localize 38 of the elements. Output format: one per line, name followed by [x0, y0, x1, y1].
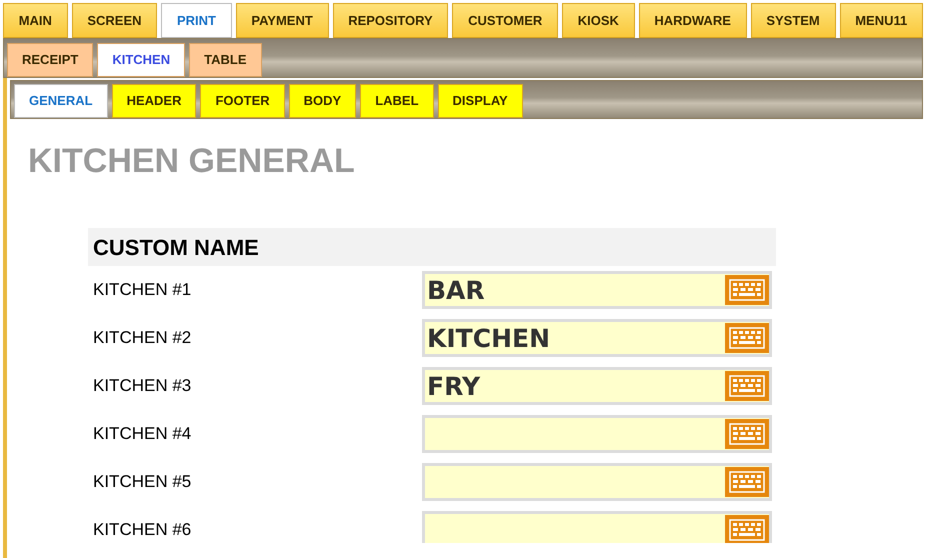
main-tab[interactable]: KIOSK	[562, 3, 635, 38]
keyboard-icon[interactable]	[725, 467, 769, 497]
keyboard-icon[interactable]	[725, 275, 769, 305]
section-header: CUSTOM NAME	[88, 228, 776, 266]
field-label: KITCHEN #1	[92, 279, 192, 302]
main-tab[interactable]: PRINT	[161, 3, 232, 38]
keyboard-icon[interactable]	[725, 371, 769, 401]
input-field[interactable]: BAR	[422, 271, 772, 309]
keyboard-icon[interactable]	[725, 419, 769, 449]
input-field[interactable]: FRY	[422, 367, 772, 405]
main-tab[interactable]: SCREEN	[72, 3, 158, 38]
input-field[interactable]	[422, 415, 772, 453]
main-tab[interactable]: HARDWARE	[638, 3, 747, 38]
field-label: KITCHEN #2	[92, 327, 192, 350]
field-label: KITCHEN #5	[92, 471, 192, 494]
main-tab[interactable]: CUSTOMER	[452, 3, 558, 38]
kitchen-tab[interactable]: HEADER	[112, 84, 196, 118]
sub-tab[interactable]: TABLE	[189, 43, 262, 77]
kitchen-tab[interactable]: GENERAL	[14, 84, 108, 118]
input-field[interactable]: KITCHEN	[422, 319, 772, 357]
sub-tab[interactable]: KITCHEN	[97, 43, 186, 77]
main-tab[interactable]: MENU11	[840, 3, 923, 38]
main-tab[interactable]: REPOSITORY	[332, 3, 448, 38]
keyboard-icon[interactable]	[725, 515, 769, 543]
field-label: KITCHEN #6	[92, 519, 192, 542]
main-tab[interactable]: PAYMENT	[236, 3, 328, 38]
kitchen-tab[interactable]: LABEL	[360, 84, 434, 118]
keyboard-icon[interactable]	[725, 323, 769, 353]
input-field[interactable]	[422, 463, 772, 501]
field-label: KITCHEN #4	[92, 423, 192, 446]
main-tab[interactable]: SYSTEM	[750, 3, 836, 38]
page-title: KITCHEN GENERAL	[28, 141, 356, 181]
kitchen-tab[interactable]: BODY	[288, 84, 356, 118]
kitchen-tab[interactable]: FOOTER	[200, 84, 285, 118]
kitchen-tab[interactable]: DISPLAY	[438, 84, 523, 118]
sub-tab[interactable]: RECEIPT	[7, 43, 94, 77]
field-label: KITCHEN #3	[92, 375, 192, 398]
main-tab[interactable]: MAIN	[3, 3, 68, 38]
